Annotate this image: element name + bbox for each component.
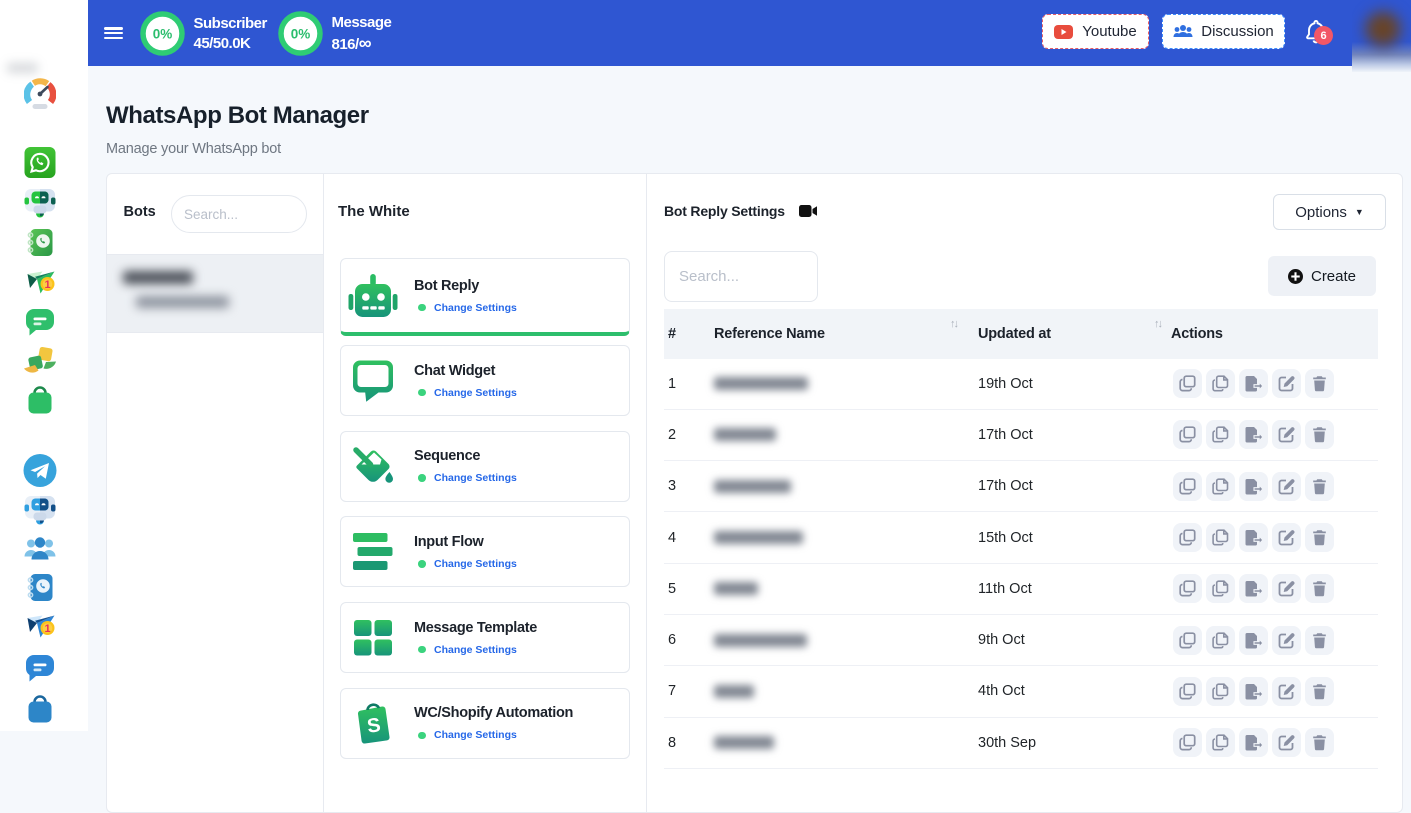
svg-text:1: 1 bbox=[44, 623, 50, 635]
svg-text:1: 1 bbox=[44, 279, 50, 291]
svg-text:0%: 0% bbox=[153, 26, 173, 41]
svg-text:0%: 0% bbox=[291, 26, 311, 41]
